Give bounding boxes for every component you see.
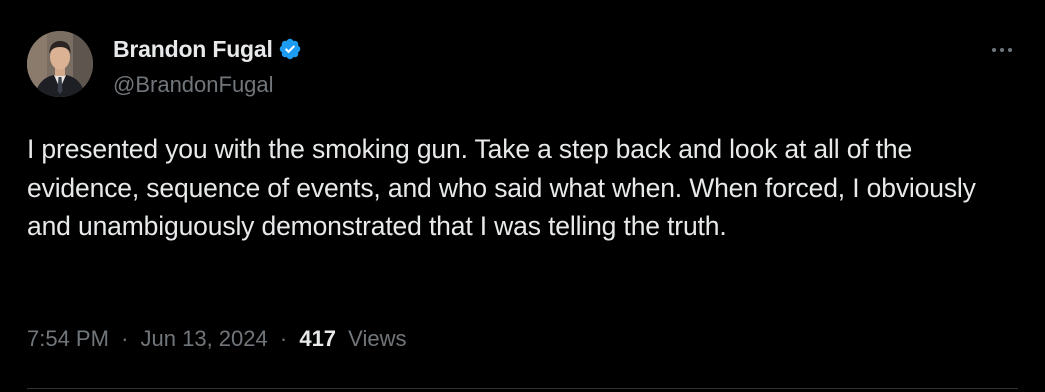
avatar[interactable] — [27, 31, 93, 97]
verified-badge-icon[interactable] — [278, 37, 302, 61]
author-display-name[interactable]: Brandon Fugal — [113, 36, 273, 63]
meta-separator: · — [121, 326, 129, 351]
tweet-date[interactable]: Jun 13, 2024 — [141, 326, 268, 351]
views-label: Views — [348, 326, 407, 351]
tweet: Brandon Fugal @BrandonFugal I presented … — [0, 0, 1045, 392]
author-name-row: Brandon Fugal — [113, 34, 302, 64]
tweet-text: I presented you with the smoking gun. Ta… — [27, 134, 976, 241]
meta-separator: · — [279, 326, 288, 351]
dot — [1000, 48, 1004, 52]
avatar-photo — [27, 31, 93, 97]
author-handle[interactable]: @BrandonFugal — [113, 72, 274, 98]
more-dots-icon[interactable] — [986, 42, 1018, 58]
tweet-time[interactable]: 7:54 PM — [27, 326, 109, 351]
views-count: 417 — [299, 326, 337, 351]
dot — [992, 48, 996, 52]
tweet-meta: 7:54 PM · Jun 13, 2024 · 417 Views — [27, 326, 406, 352]
divider — [27, 388, 1018, 389]
dot — [1008, 48, 1012, 52]
